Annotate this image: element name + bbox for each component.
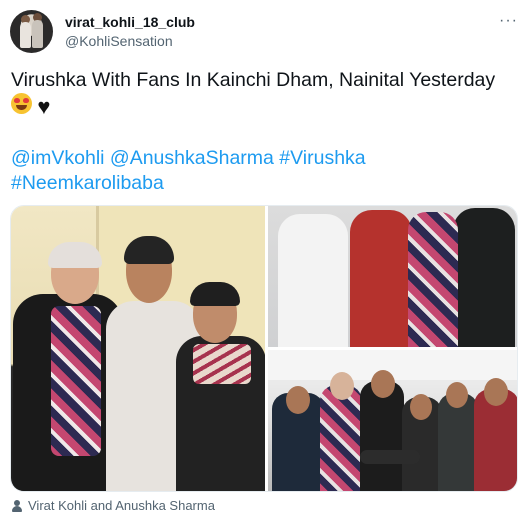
photo-cap (190, 282, 240, 306)
photo-scarf (408, 212, 458, 347)
photo-2[interactable] (268, 206, 517, 347)
avatar-figure (32, 20, 43, 48)
tweet-text: Virushka With Fans In Kainchi Dham, Nain… (11, 68, 511, 118)
photo-cap (48, 242, 102, 268)
tweet-tags: @imVkohli @AnushkaSharma #Virushka #Neem… (11, 146, 511, 196)
photo-face (371, 370, 395, 398)
avatar[interactable] (10, 10, 53, 53)
photo-person (320, 385, 362, 491)
more-options-icon[interactable]: ··· (499, 12, 518, 30)
photo-1[interactable] (11, 206, 265, 491)
photo-face (286, 386, 310, 414)
tweet-text-body: Virushka With Fans In Kainchi Dham, Nain… (11, 69, 496, 91)
photo-face (446, 382, 468, 408)
photo-scarf (193, 344, 251, 384)
media-grid (10, 205, 518, 492)
photo-person (278, 214, 348, 347)
mention-imvkohli[interactable]: @imVkohli (11, 147, 104, 169)
hashtag-neemkarolibaba[interactable]: #Neemkarolibaba (11, 172, 164, 194)
photo-face (484, 378, 508, 406)
photo-scarf (51, 306, 101, 456)
photo-person (350, 210, 412, 347)
photo-person (453, 208, 515, 347)
avatar-figure (20, 22, 31, 48)
photo-face (330, 372, 354, 400)
photo-3[interactable] (268, 350, 517, 491)
hashtag-virushka[interactable]: #Virushka (279, 147, 365, 169)
smiling-face-with-heart-eyes-icon (11, 93, 32, 114)
person-icon (12, 499, 22, 512)
photo-face (410, 394, 432, 420)
photo-object (360, 450, 420, 464)
tweet-header: virat_kohli_18_club @KohliSensation ··· (10, 10, 518, 56)
mention-anushkasharma[interactable]: @AnushkaSharma (110, 147, 274, 169)
black-heart-icon: ♥ (37, 94, 51, 119)
tagged-people-label: Virat Kohli and Anushka Sharma (28, 498, 215, 513)
author-name[interactable]: virat_kohli_18_club (65, 14, 195, 30)
author-handle[interactable]: @KohliSensation (65, 33, 173, 49)
tagged-people[interactable]: Virat Kohli and Anushka Sharma (12, 498, 215, 513)
